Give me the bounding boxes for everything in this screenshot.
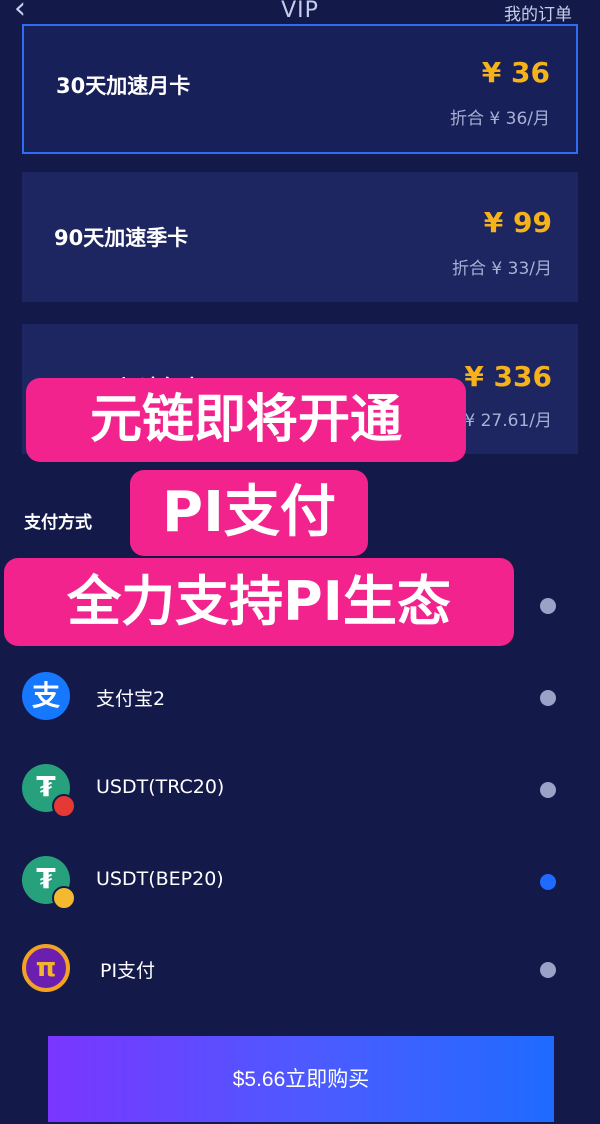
plan-per-month: 折合 ¥ 33/月 bbox=[452, 259, 552, 279]
payment-radio[interactable] bbox=[540, 782, 556, 798]
my-orders-link[interactable]: 我的订单 bbox=[504, 0, 572, 25]
payment-radio[interactable] bbox=[540, 690, 556, 706]
payment-section-title: 支付方式 bbox=[24, 513, 92, 533]
payment-method-usdt-bep20[interactable]: ₮ USDT(BEP20) bbox=[0, 852, 600, 912]
payment-method-alipay[interactable]: 支 支付宝2 bbox=[0, 668, 600, 728]
plan-card-quarterly[interactable]: 90天加速季卡 ¥ 99 折合 ¥ 33/月 bbox=[22, 172, 578, 302]
plan-price: ¥ 36 bbox=[481, 56, 550, 89]
payment-method-usdt-trc20[interactable]: ₮ USDT(TRC20) bbox=[0, 760, 600, 820]
plan-name: 30天加速月卡 bbox=[56, 74, 191, 98]
pi-network-icon: π bbox=[22, 944, 70, 992]
plan-per-month: 折合 ¥ 36/月 bbox=[450, 109, 550, 129]
buy-now-button[interactable]: $5.66立即购买 bbox=[48, 1036, 554, 1122]
bnb-badge-icon bbox=[52, 886, 76, 910]
payment-method-pi[interactable]: π PI支付 bbox=[0, 940, 600, 1000]
payment-method-label: USDT(TRC20) bbox=[96, 776, 225, 798]
tether-bep20-icon: ₮ bbox=[22, 856, 76, 910]
promo-line-1: 元链即将开通 bbox=[26, 378, 466, 462]
payment-radio-hidden[interactable] bbox=[540, 598, 556, 614]
tron-badge-icon bbox=[52, 794, 76, 818]
plan-price: ¥ 336 bbox=[464, 360, 552, 393]
payment-method-label: PI支付 bbox=[100, 960, 156, 982]
plan-name: 90天加速季卡 bbox=[54, 226, 189, 250]
tether-trc20-icon: ₮ bbox=[22, 764, 76, 818]
plan-card-monthly[interactable]: 30天加速月卡 ¥ 36 折合 ¥ 36/月 bbox=[22, 24, 578, 154]
payment-radio[interactable] bbox=[540, 962, 556, 978]
alipay-icon: 支 bbox=[22, 672, 70, 720]
payment-method-label: USDT(BEP20) bbox=[96, 868, 224, 890]
promo-line-2: PI支付 bbox=[130, 470, 368, 556]
plan-price: ¥ 99 bbox=[483, 206, 552, 239]
payment-radio-selected[interactable] bbox=[540, 874, 556, 890]
promo-line-3: 全力支持PI生态 bbox=[4, 558, 514, 646]
payment-method-label: 支付宝2 bbox=[96, 688, 166, 710]
